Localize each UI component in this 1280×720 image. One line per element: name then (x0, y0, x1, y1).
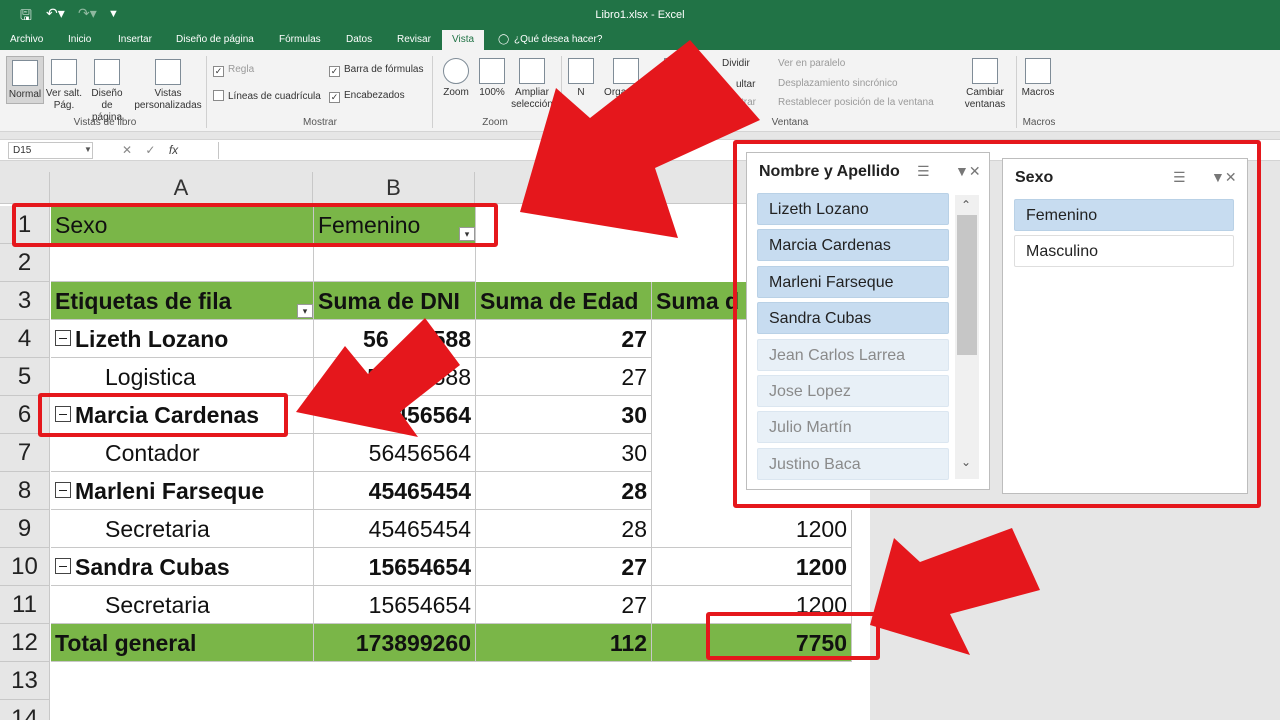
arrow-icon (296, 318, 460, 437)
arrow-icon (520, 40, 760, 238)
annotation-arrows (296, 40, 1040, 655)
arrow-icon (870, 528, 1040, 655)
